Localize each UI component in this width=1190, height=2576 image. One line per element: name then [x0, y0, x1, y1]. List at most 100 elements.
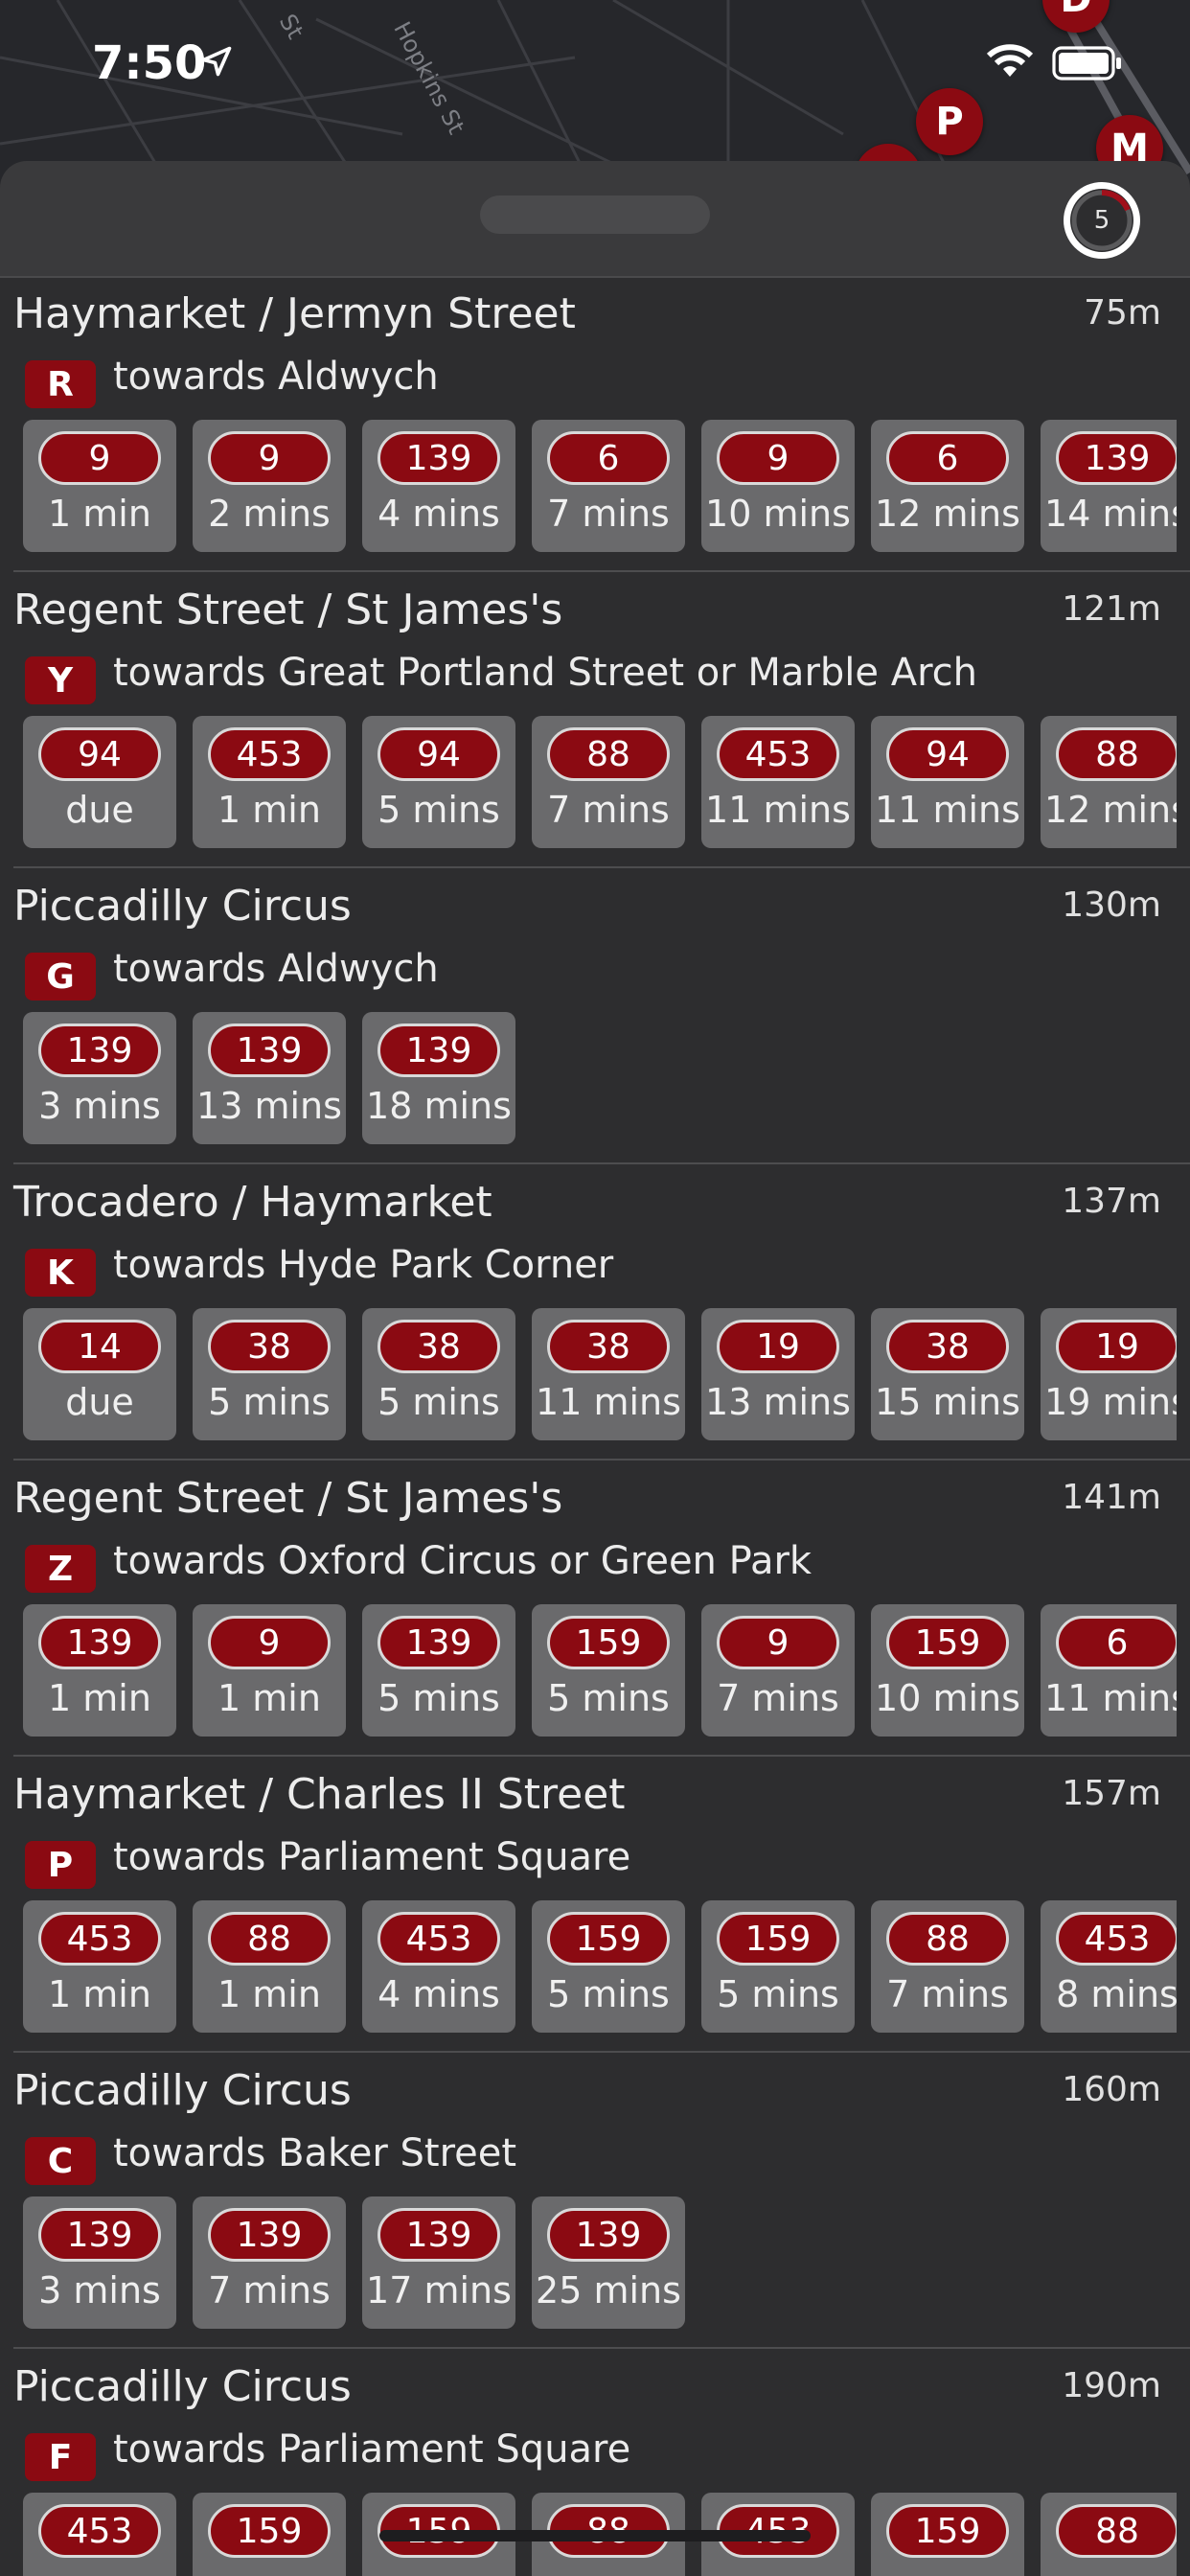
departures-scroller[interactable]: 14 due 38 5 mins 38 5 mins 38 11 mins 19 13 mins 3…	[23, 1308, 1177, 1440]
departure-chip[interactable]: 453 1 min	[23, 1900, 176, 2033]
departure-chip[interactable]: 9 1 min	[193, 1604, 346, 1736]
departure-chip[interactable]: 88	[1041, 2493, 1177, 2576]
departure-chip[interactable]: 6 7 mins	[532, 420, 685, 552]
departure-chip[interactable]: 139 13 mins	[193, 1012, 346, 1144]
departure-chip[interactable]: 94 11 mins	[871, 716, 1024, 848]
departure-chip[interactable]: 9 7 mins	[701, 1604, 855, 1736]
wifi-icon	[986, 44, 1034, 77]
route-number-badge: 6	[1056, 1616, 1177, 1669]
departure-chip[interactable]: 139 7 mins	[193, 2196, 346, 2329]
stop-row[interactable]: Haymarket / Jermyn Street 75m Rtowards Ald…	[13, 276, 1190, 572]
departure-chip[interactable]: 9 2 mins	[193, 420, 346, 552]
stop-letter-badge: F	[25, 2433, 96, 2481]
departure-chip[interactable]: 139 3 mins	[23, 1012, 176, 1144]
departure-chip[interactable]: 88 7 mins	[532, 716, 685, 848]
departure-chip[interactable]: 38 15 mins	[871, 1308, 1024, 1440]
stop-distance: 157m	[1062, 1774, 1161, 1813]
stop-distance: 141m	[1062, 1478, 1161, 1517]
departures-scroller[interactable]: 139 1 min 9 1 min 139 5 mins 159 5 mins 9 7 mins 1…	[23, 1604, 1177, 1736]
nearby-stops-sheet[interactable]: 5 Haymarket / Jermyn Street 75m Rtowards A…	[0, 161, 1190, 2576]
route-number-badge: 159	[886, 1616, 1009, 1669]
arrival-time: 7 mins	[886, 1973, 1009, 2015]
route-number-badge: 453	[717, 727, 839, 781]
route-number-badge: 94	[378, 727, 500, 781]
departure-chip[interactable]: 38 5 mins	[362, 1308, 515, 1440]
departure-chip[interactable]: 9 10 mins	[701, 420, 855, 552]
sheet-grabber[interactable]	[480, 196, 710, 234]
departure-chip[interactable]: 88 12 mins	[1041, 716, 1177, 848]
stop-row[interactable]: Trocadero / Haymarket 137m Ktowards Hyde P…	[13, 1164, 1190, 1460]
route-number-badge: 159	[208, 2504, 331, 2558]
departure-chip[interactable]: 139 4 mins	[362, 420, 515, 552]
departure-chip[interactable]: 38 11 mins	[532, 1308, 685, 1440]
departure-chip[interactable]: 453 8 mins	[1041, 1900, 1177, 2033]
departure-chip[interactable]: 453 4 mins	[362, 1900, 515, 2033]
stop-row[interactable]: Piccadilly Circus 130m Gtowards Aldwych 139…	[13, 868, 1190, 1164]
departures-scroller[interactable]: 139 3 mins 139 13 mins 139 18 mins	[23, 1012, 1177, 1144]
departure-chip[interactable]: 139 1 min	[23, 1604, 176, 1736]
departure-chip[interactable]: 6 11 mins	[1041, 1604, 1177, 1736]
arrival-time: 11 mins	[705, 789, 851, 831]
departure-chip[interactable]: 453 11 mins	[701, 716, 855, 848]
departure-chip[interactable]: 19 19 mins	[1041, 1308, 1177, 1440]
arrival-time: 4 mins	[378, 493, 500, 535]
departure-chip[interactable]: 453	[23, 2493, 176, 2576]
departure-chip[interactable]: 139 17 mins	[362, 2196, 515, 2329]
stop-name: Regent Street / St James's	[13, 586, 563, 634]
stop-letter-badge: C	[25, 2137, 96, 2185]
departure-chip[interactable]: 159	[871, 2493, 1024, 2576]
route-number-badge: 88	[1056, 727, 1177, 781]
departures-scroller[interactable]: 453 1 min 88 1 min 453 4 mins 159 5 mins 159 5 mi…	[23, 1900, 1177, 2033]
arrival-time: 5 mins	[547, 1677, 670, 1719]
departure-chip[interactable]: 139 25 mins	[532, 2196, 685, 2329]
departure-chip[interactable]: 19 13 mins	[701, 1308, 855, 1440]
route-number-badge: 139	[38, 1024, 161, 1077]
arrival-time: 5 mins	[378, 1381, 500, 1423]
departure-chip[interactable]: 9 1 min	[23, 420, 176, 552]
arrival-time: 13 mins	[705, 1381, 851, 1423]
stops-list[interactable]: Haymarket / Jermyn Street 75m Rtowards Ald…	[0, 276, 1190, 2576]
stop-row[interactable]: Haymarket / Charles II Street 157m Ptoward…	[13, 1757, 1190, 2053]
departure-chip[interactable]: 139 18 mins	[362, 1012, 515, 1144]
stop-row[interactable]: Regent Street / St James's 141m Ztowards O…	[13, 1460, 1190, 1757]
route-number-badge: 159	[547, 1912, 670, 1966]
departure-chip[interactable]: 139 14 mins	[1041, 420, 1177, 552]
stop-direction: towards Baker Street	[113, 2131, 517, 2175]
departures-scroller[interactable]: 139 3 mins 139 7 mins 139 17 mins 139 25 mins	[23, 2196, 1177, 2329]
arrival-time: 3 mins	[38, 2269, 161, 2312]
route-number-badge: 139	[208, 1024, 331, 1077]
departure-chip[interactable]: 14 due	[23, 1308, 176, 1440]
departure-chip[interactable]: 88 1 min	[193, 1900, 346, 2033]
route-number-badge: 88	[886, 1912, 1009, 1966]
departure-chip[interactable]: 159 5 mins	[532, 1604, 685, 1736]
arrival-time: 5 mins	[378, 1677, 500, 1719]
arrival-time: 10 mins	[875, 1677, 1020, 1719]
departure-chip[interactable]: 94 5 mins	[362, 716, 515, 848]
route-number-badge: 9	[717, 1616, 839, 1669]
route-number-badge: 19	[1056, 1320, 1177, 1373]
departures-scroller[interactable]: 9 1 min 9 2 mins 139 4 mins 6 7 mins 9 10 mins 6 12…	[23, 420, 1177, 552]
stop-direction: towards Oxford Circus or Green Park	[113, 1539, 812, 1583]
stop-row[interactable]: Piccadilly Circus 190m Ftowards Parliament…	[13, 2349, 1190, 2576]
departure-chip[interactable]: 94 due	[23, 716, 176, 848]
departure-chip[interactable]: 88 7 mins	[871, 1900, 1024, 2033]
departure-chip[interactable]: 6 12 mins	[871, 420, 1024, 552]
departure-chip[interactable]: 159	[193, 2493, 346, 2576]
departure-chip[interactable]: 38 5 mins	[193, 1308, 346, 1440]
stop-distance: 130m	[1062, 886, 1161, 925]
home-indicator[interactable]	[379, 2530, 811, 2542]
arrival-time: 1 min	[217, 789, 321, 831]
stop-row[interactable]: Regent Street / St James's 121m Ytowards G…	[13, 572, 1190, 868]
departure-chip[interactable]: 159 10 mins	[871, 1604, 1024, 1736]
departure-chip[interactable]: 139 3 mins	[23, 2196, 176, 2329]
departure-chip[interactable]: 453 1 min	[193, 716, 346, 848]
route-number-badge: 88	[547, 727, 670, 781]
stop-direction: towards Parliament Square	[113, 2427, 631, 2472]
departure-chip[interactable]: 159 5 mins	[701, 1900, 855, 2033]
departure-chip[interactable]: 159 5 mins	[532, 1900, 685, 2033]
sheet-header: 5	[0, 161, 1190, 278]
departures-scroller[interactable]: 94 due 453 1 min 94 5 mins 88 7 mins 453 11 mins 9…	[23, 716, 1177, 848]
departure-chip[interactable]: 139 5 mins	[362, 1604, 515, 1736]
stop-row[interactable]: Piccadilly Circus 160m Ctowards Baker Stre…	[13, 2053, 1190, 2349]
refresh-countdown-button[interactable]: 5	[1062, 180, 1142, 261]
